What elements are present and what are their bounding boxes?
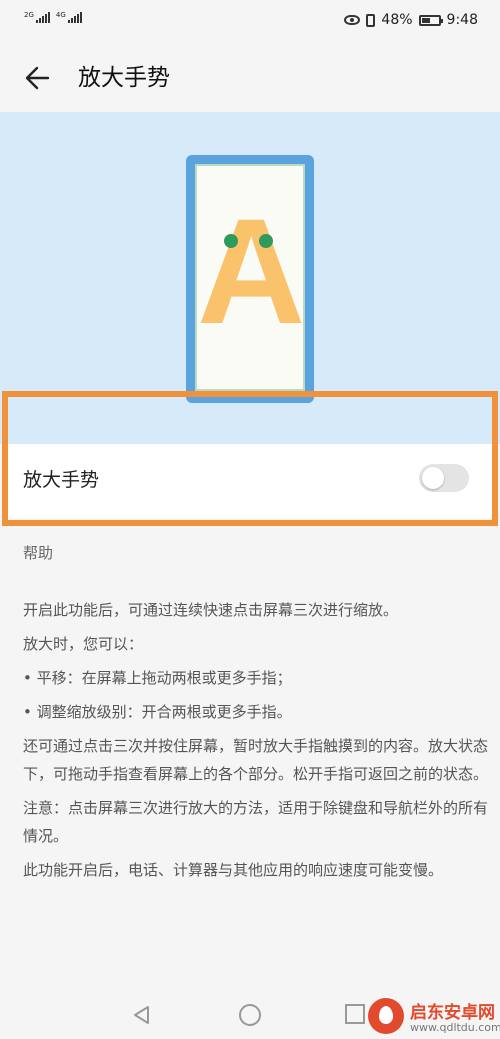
help-paragraph: • 调整缩放级别：开合两根或更多手指。 xyxy=(23,703,292,721)
sim1-network-type: 2G xyxy=(24,11,34,19)
finger-dot-right-icon xyxy=(259,234,273,248)
phone-screen: A xyxy=(195,164,305,391)
watermark-title: 启东安卓网 xyxy=(410,1003,495,1023)
site-watermark: 启东安卓网 www.qdltdu.com xyxy=(366,996,500,1039)
eye-comfort-icon xyxy=(344,15,361,25)
battery-icon xyxy=(418,14,443,26)
sim2-network-type: 4G xyxy=(55,11,66,19)
phone-illustration: A xyxy=(186,155,314,403)
arrow-left-icon[interactable] xyxy=(22,62,54,94)
toggle-knob xyxy=(422,467,444,489)
help-paragraph: 注意：点击屏幕三次进行放大的方法，适用于除键盘和导航栏外的所有情况。 xyxy=(23,799,489,845)
magnification-setting-row[interactable]: 放大手势 xyxy=(8,444,492,518)
vibrate-icon xyxy=(366,13,376,27)
watermark-logo-icon xyxy=(368,998,404,1034)
sim2-signal-icon: 4G xyxy=(56,12,82,23)
clock: 9:48 xyxy=(446,12,478,28)
help-paragraph: 开启此功能后，可通过连续快速点击屏幕三次进行缩放。 xyxy=(23,601,399,619)
status-right: 48% 9:48 xyxy=(344,12,478,28)
help-body: 开启此功能后，可通过连续快速点击屏幕三次进行缩放。 放大时，您可以： • 平移：… xyxy=(23,596,493,890)
gesture-illustration: A xyxy=(0,112,500,444)
page-title: 放大手势 xyxy=(78,65,170,91)
status-bar: 2G 4G 48% 9:48 xyxy=(0,0,500,44)
help-title: 帮助 xyxy=(23,544,54,562)
help-paragraph: 放大时，您可以： xyxy=(23,635,144,653)
help-paragraph: 此功能开启后，电话、计算器与其他应用的响应速度可能变慢。 xyxy=(23,861,444,879)
help-paragraph: • 平移：在屏幕上拖动两根或更多手指； xyxy=(23,669,292,687)
back-triangle-icon[interactable] xyxy=(131,1004,153,1026)
magnified-letter: A xyxy=(197,187,306,355)
setting-label: 放大手势 xyxy=(23,469,100,491)
home-circle-icon[interactable] xyxy=(239,1004,261,1026)
finger-dot-left-icon xyxy=(224,234,238,248)
sim1-signal-icon: 2G xyxy=(24,12,50,23)
signal-indicators: 2G 4G xyxy=(24,12,82,23)
app-header: 放大手势 xyxy=(0,44,500,112)
battery-percent: 48% xyxy=(381,12,413,28)
watermark-url: www.qdltdu.com xyxy=(410,1021,500,1034)
recent-square-icon[interactable] xyxy=(345,1004,365,1024)
help-paragraph: 还可通过点击三次并按住屏幕，暂时放大手指触摸到的内容。放大状态下，可拖动手指查看… xyxy=(23,737,489,783)
magnification-toggle[interactable] xyxy=(419,464,469,492)
